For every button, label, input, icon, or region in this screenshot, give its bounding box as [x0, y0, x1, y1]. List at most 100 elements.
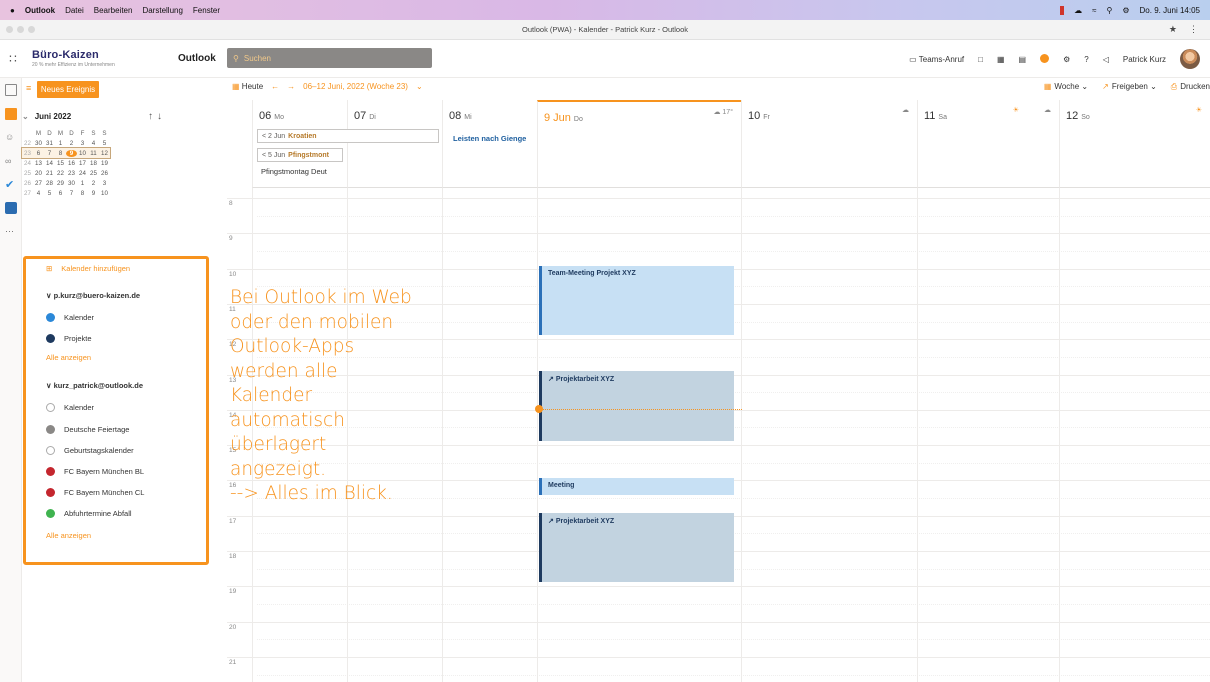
minical-day[interactable]: 3 [99, 180, 110, 187]
feedback-icon[interactable]: □ [978, 55, 983, 64]
hour-row[interactable]: 20 [227, 621, 1210, 631]
attach-icon[interactable]: ∞ [5, 156, 17, 168]
next-week-icon[interactable]: → [287, 82, 295, 91]
apple-menu-icon[interactable]: ● [10, 6, 15, 15]
day-header[interactable]: 07 Di [347, 100, 442, 188]
day-header[interactable]: 9 Jun Do ☁ 17° [537, 100, 741, 188]
hour-row[interactable]: 8 [227, 198, 1210, 207]
calendar-event[interactable]: Team-Meeting Projekt XYZ [539, 266, 734, 335]
minical-day[interactable]: 5 [44, 190, 55, 197]
hour-row[interactable]: 19 [227, 586, 1210, 595]
todo-icon[interactable]: ▤ [1019, 55, 1027, 64]
todo-check-icon[interactable]: ✔ [5, 178, 17, 191]
minical-day[interactable]: 18 [88, 160, 99, 167]
app-launcher-icon[interactable]: ∷ [0, 52, 26, 66]
hamburger-icon[interactable]: ≡ [26, 83, 31, 93]
search-icon[interactable]: ⚲ [1106, 6, 1112, 15]
people-icon[interactable]: ☺ [5, 132, 17, 144]
cloud-icon[interactable]: ☁ [1074, 6, 1082, 15]
status-indicator-icon[interactable] [1060, 5, 1065, 15]
minical-day[interactable]: 12 [99, 150, 110, 157]
menubar-datetime[interactable]: Do. 9. Juni 14:05 [1140, 6, 1200, 15]
control-center-icon[interactable]: ⚙ [1122, 6, 1129, 15]
share-button[interactable]: ↗ Freigeben ⌄ [1102, 82, 1157, 92]
teams-icon[interactable] [5, 202, 17, 214]
minical-day[interactable]: 22 [55, 170, 66, 177]
minical-day[interactable]: 31 [44, 140, 55, 147]
minical-header[interactable]: ⌄ Juni 2022 [22, 112, 71, 121]
minical-day[interactable]: 16 [66, 160, 77, 167]
calendar-icon[interactable] [5, 108, 17, 120]
allday-pfingstmontag-holiday[interactable]: < 5 Jun Pfingstmont [257, 148, 343, 162]
day-header[interactable]: 12 So ☀ [1059, 100, 1210, 188]
mail-icon[interactable] [5, 84, 17, 96]
minical-day[interactable]: 1 [55, 140, 66, 147]
minical-day[interactable]: 6 [33, 150, 44, 157]
minical-day[interactable]: 2 [88, 180, 99, 187]
minical-day[interactable]: 24 [77, 170, 88, 177]
minical-day[interactable]: 23 [66, 170, 77, 177]
minical-day[interactable]: 10 [99, 190, 110, 197]
minical-day[interactable]: 20 [33, 170, 44, 177]
extension-icon[interactable]: ★ [1169, 24, 1177, 35]
minical-day[interactable]: 2 [66, 140, 77, 147]
minical-day[interactable]: 17 [77, 160, 88, 167]
hour-row[interactable]: 9 [227, 233, 1210, 242]
avatar[interactable] [1180, 49, 1200, 69]
chevron-down-icon[interactable]: ⌄ [416, 82, 423, 91]
minical-day[interactable]: 4 [33, 190, 44, 197]
date-range-picker[interactable]: 06–12 Juni, 2022 (Woche 23) [303, 82, 408, 91]
minical-day[interactable]: 29 [55, 180, 66, 187]
menu-datei[interactable]: Datei [65, 6, 84, 15]
down-arrow-icon[interactable]: ↓ [157, 111, 166, 122]
minical-day[interactable]: 25 [88, 170, 99, 177]
minical-week-row[interactable]: 22 30 31 1 2 3 4 5 [22, 138, 110, 148]
print-button[interactable]: ⎙ Drucken [1171, 82, 1210, 92]
more-apps-icon[interactable]: ··· [5, 226, 17, 238]
minical-week-row[interactable]: 25 20 21 22 23 24 25 26 [22, 168, 110, 178]
minical-day[interactable]: 4 [88, 140, 99, 147]
minical-day[interactable]: 13 [33, 160, 44, 167]
minical-month[interactable]: Juni 2022 [35, 112, 71, 121]
minical-week-row[interactable]: 26 27 28 29 30 1 2 3 [22, 178, 110, 188]
menu-outlook[interactable]: Outlook [25, 6, 55, 15]
minical-day[interactable]: 9 [66, 149, 77, 157]
minical-day[interactable]: 21 [44, 170, 55, 177]
menu-fenster[interactable]: Fenster [193, 6, 220, 15]
minical-day[interactable]: 7 [66, 190, 77, 197]
calendar-event[interactable]: ↗ Projektarbeit XYZ [539, 513, 734, 582]
hour-row[interactable]: 21 [227, 656, 1210, 666]
allday-pfingstmontag[interactable]: Pfingstmontag Deut [261, 167, 327, 176]
announcement-icon[interactable]: ◁ [1103, 55, 1109, 64]
user-name[interactable]: Patrick Kurz [1123, 55, 1166, 64]
minical-nav[interactable]: ↑↓ [148, 111, 166, 122]
view-dropdown[interactable]: ▦ Woche ⌄ [1044, 82, 1088, 92]
minical-day[interactable]: 1 [77, 180, 88, 187]
calendar-event[interactable]: Meeting [539, 478, 734, 495]
minical-day[interactable]: 8 [77, 190, 88, 197]
minical-day[interactable]: 30 [33, 140, 44, 147]
today-button[interactable]: ▦ Heute [232, 82, 263, 91]
day-header[interactable]: 10 Fr ☁ [741, 100, 917, 188]
minical-day[interactable]: 11 [88, 150, 99, 157]
calendar-event[interactable]: ↗ Projektarbeit XYZ [539, 371, 734, 441]
up-arrow-icon[interactable]: ↑ [148, 111, 157, 122]
minical-day[interactable]: 7 [44, 150, 55, 157]
new-event-button[interactable]: Neues Ereignis [37, 81, 99, 98]
notifications-icon[interactable] [1040, 53, 1050, 65]
help-icon[interactable]: ? [1084, 55, 1088, 64]
minical-week-row[interactable]: 23 6 7 8 9 10 11 12 [21, 147, 111, 159]
app-title[interactable]: Outlook [178, 53, 216, 64]
minical-day[interactable]: 6 [55, 190, 66, 197]
allday-kroatien[interactable]: < 2 Jun Kroatien [257, 129, 439, 143]
minical-day[interactable]: 27 [33, 180, 44, 187]
minical-week-row[interactable]: 24 13 14 15 16 17 18 19 [22, 158, 110, 168]
minical-day[interactable]: 19 [99, 160, 110, 167]
more-icon[interactable]: ⋮ [1189, 24, 1198, 35]
minical-day[interactable]: 28 [44, 180, 55, 187]
menu-darstellung[interactable]: Darstellung [142, 6, 182, 15]
minical-day[interactable]: 5 [99, 140, 110, 147]
day-header[interactable]: 11 Sa ☁ ☀ [917, 100, 1059, 188]
minical-day[interactable]: 15 [55, 160, 66, 167]
chevron-down-icon[interactable]: ⌄ [22, 112, 29, 121]
